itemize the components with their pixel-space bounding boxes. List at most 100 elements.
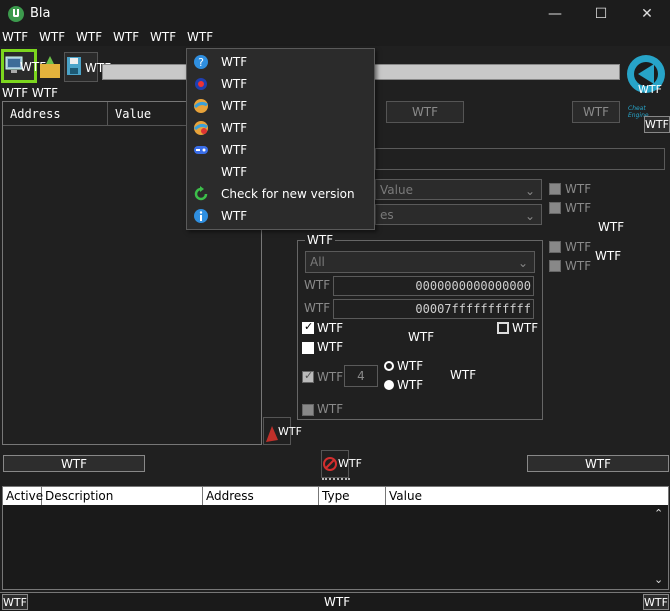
svg-text:?: ?: [198, 56, 204, 69]
settings-button[interactable]: WTF: [644, 116, 670, 133]
dropdown-item-label: WTF: [221, 77, 248, 91]
scan-type-value: Value: [380, 182, 413, 197]
dropdown-item-2[interactable]: WTF: [187, 73, 374, 95]
add-address-button[interactable]: WTF: [527, 455, 669, 472]
scan-value-input[interactable]: [375, 148, 665, 170]
dropdown-item-3[interactable]: WTF: [187, 95, 374, 117]
menu-bar: WTF WTF WTF WTF WTF WTF: [0, 28, 670, 46]
alignment-radio-label: WTF: [397, 359, 424, 373]
dropdown-item-6[interactable]: WTF: [187, 161, 374, 183]
gamepad-icon: [194, 146, 208, 154]
minimize-button[interactable]: —: [532, 0, 578, 28]
splitter-handle[interactable]: [322, 478, 350, 480]
menu-item-2[interactable]: WTF: [37, 28, 74, 46]
type-column-header[interactable]: Type: [319, 487, 386, 505]
stop-address-input[interactable]: 00007fffffffffff: [333, 299, 534, 319]
help-icon: ?: [194, 55, 208, 69]
right-static-label-1: WTF: [598, 220, 625, 234]
scroll-down-icon[interactable]: ⌄: [654, 573, 663, 586]
fast-scan-alignment-input[interactable]: 4: [344, 365, 378, 387]
copy-on-write-label: WTF: [512, 321, 539, 335]
close-button[interactable]: ✕: [624, 0, 670, 28]
dropdown-item-5[interactable]: WTF: [187, 139, 374, 161]
memory-region-select[interactable]: All ⌄: [305, 251, 535, 273]
memory-view-icon-button[interactable]: WTF: [263, 417, 302, 445]
window-title: Bla: [30, 6, 51, 21]
dropdown-item-1[interactable]: ? WTF: [187, 51, 374, 73]
address-column-header[interactable]: Address: [10, 107, 61, 121]
start-address-input[interactable]: 0000000000000000: [333, 276, 534, 296]
right-static-label-2: WTF: [595, 249, 622, 263]
pause-label: WTF: [450, 368, 477, 382]
open-file-button[interactable]: [38, 52, 64, 82]
undo-scan-button[interactable]: WTF: [572, 101, 620, 123]
clear-list-button[interactable]: WTF: [321, 450, 362, 478]
dropdown-item-label: WTF: [221, 99, 248, 113]
info-icon: [194, 209, 208, 223]
writable-label: WTF: [317, 321, 344, 335]
alignment-radio[interactable]: [384, 361, 394, 371]
description-column-header[interactable]: Description: [42, 487, 203, 505]
group-title: WTF: [305, 233, 336, 247]
process-caption: WTF WTF: [2, 86, 59, 100]
pause-game-label: WTF: [317, 402, 344, 416]
value-column-header[interactable]: Value: [115, 107, 151, 121]
option-checkbox-1[interactable]: [549, 183, 561, 195]
fast-scan-checkbox[interactable]: ✓: [302, 369, 314, 383]
open-folder-icon: [40, 56, 60, 78]
last-digits-radio[interactable]: [384, 380, 394, 390]
value-column-header[interactable]: Value: [386, 487, 668, 505]
executable-checkbox[interactable]: [302, 342, 314, 354]
column-divider: [107, 102, 108, 126]
vertical-scrollbar[interactable]: ⌃ ⌄: [651, 507, 667, 589]
menu-item-5[interactable]: WTF: [148, 28, 185, 46]
table-extras-button[interactable]: WTF: [643, 594, 669, 610]
copy-on-write-checkbox[interactable]: [497, 322, 509, 334]
scan-type-select[interactable]: Value ⌄: [375, 179, 542, 200]
dropdown-item-check-version[interactable]: Check for new version: [187, 183, 374, 205]
dropdown-item-label: WTF: [221, 55, 248, 69]
advanced-options-button[interactable]: WTF: [2, 594, 28, 610]
stop-address-label: WTF: [304, 301, 331, 315]
chevron-down-icon: ⌄: [524, 209, 535, 223]
chevron-down-icon: ⌄: [517, 256, 528, 270]
status-center-label: WTF: [324, 595, 351, 609]
memory-view-small-label: WTF: [278, 425, 302, 438]
option-label-4: WTF: [565, 259, 592, 273]
cheat-table[interactable]: Active Description Address Type Value ⌃ …: [2, 486, 669, 590]
dropdown-item-label: WTF: [221, 209, 248, 223]
pause-game-checkbox[interactable]: [302, 404, 314, 416]
maximize-button[interactable]: ☐: [578, 0, 624, 28]
dropdown-item-label: WTF: [221, 121, 248, 135]
help-dropdown-menu: ? WTF WTF WTF WTF WTF WTF Check for new …: [186, 48, 375, 230]
dropdown-item-label: Check for new version: [221, 187, 355, 201]
dropdown-item-label: WTF: [221, 143, 248, 157]
tutorial-icon: [195, 78, 207, 90]
memory-region-value: All: [310, 255, 325, 269]
value-type-select[interactable]: es ⌄: [375, 204, 542, 225]
floppy-disk-icon: [67, 57, 81, 75]
active-column-header[interactable]: Active: [3, 487, 43, 505]
menu-item-4[interactable]: WTF: [111, 28, 148, 46]
memory-view-button[interactable]: WTF: [3, 455, 145, 472]
menu-item-6[interactable]: WTF: [185, 28, 222, 46]
save-file-button[interactable]: WTF: [64, 52, 111, 82]
option-checkbox-3[interactable]: [549, 241, 561, 253]
dropdown-item-8[interactable]: WTF: [187, 205, 374, 227]
first-scan-button[interactable]: WTF: [386, 101, 464, 123]
dropdown-item-4[interactable]: WTF: [187, 117, 374, 139]
address-column-header[interactable]: Address: [203, 487, 319, 505]
open-process-button[interactable]: WTF: [1, 49, 46, 83]
planet-icon: [193, 99, 208, 113]
menu-item-3[interactable]: WTF: [74, 28, 111, 46]
option-checkbox-2[interactable]: [549, 202, 561, 214]
cheat-engine-logo[interactable]: WTF Cheat Engine: [624, 50, 668, 119]
cheat-table-header: Active Description Address Type Value: [3, 487, 668, 505]
scroll-up-icon[interactable]: ⌃: [654, 507, 663, 520]
logo-text: WTF: [638, 83, 662, 96]
option-checkbox-4[interactable]: [549, 260, 561, 272]
writable-checkbox[interactable]: ✓: [302, 320, 314, 334]
menu-item-1[interactable]: WTF: [0, 28, 37, 46]
app-download-icon: [8, 6, 24, 22]
value-type-value: es: [380, 207, 394, 222]
